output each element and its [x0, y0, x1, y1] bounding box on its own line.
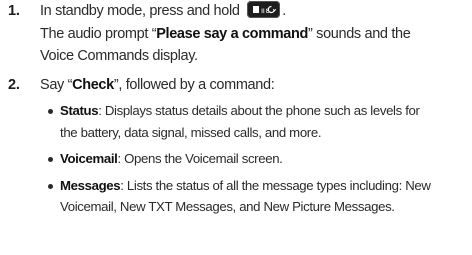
status-term: Status — [60, 103, 99, 118]
messages-description-2: Voicemail, New TXT Messages, and New Pic… — [60, 199, 395, 214]
document-page: 1. In standby mode, press and hold ıı ε … — [0, 0, 472, 255]
step-2-say-pre: Say “ — [40, 77, 73, 93]
step-2-say-post: ”, followed by a command: — [113, 77, 275, 93]
step-1-line-1: In standby mode, press and hold ıı ε . — [40, 0, 472, 23]
bullet-icon — [48, 157, 53, 162]
step-1-instruction: In standby mode, press and hold — [40, 3, 240, 19]
voicemail-term: Voicemail — [60, 151, 118, 166]
bullet-icon — [48, 109, 53, 114]
command-list: Status: Displays status details about th… — [48, 95, 472, 218]
list-item-voicemail: Voicemail: Opens the Voicemail screen. — [48, 148, 472, 170]
check-command-text: Check — [72, 77, 114, 93]
status-description-2: the battery, data signal, missed calls, … — [60, 124, 322, 140]
list-item-messages: Messages: Lists the status of all the me… — [48, 175, 472, 218]
step-1-prompt-post: ” sounds and the — [308, 25, 411, 42]
step-1-line-3: Voice Commands display. — [40, 48, 198, 64]
bullet-icon — [48, 183, 53, 189]
step-2: 2. Say “Check”, followed by a command: — [0, 74, 472, 97]
step-2-number: 2. — [8, 77, 20, 93]
step-1-prompt-pre: The audio prompt “ — [40, 25, 157, 42]
status-description-1: : Displays status details about the phon… — [98, 103, 420, 118]
messages-term: Messages — [60, 177, 121, 193]
step-1-line-1-end: . — [282, 3, 286, 19]
step-1: 1. In standby mode, press and hold ıı ε … — [0, 0, 472, 68]
voice-command-key-icon: ıı ε — [247, 1, 281, 18]
voicemail-description-1: : Opens the Voicemail screen. — [117, 151, 283, 166]
step-1-line-2: The audio prompt “Please say a command” … — [40, 23, 472, 46]
messages-line-1: Messages: Lists the status of all the me… — [60, 175, 472, 197]
step-2-line-1: Say “Check”, followed by a command: — [40, 74, 472, 97]
list-item-status: Status: Displays status details about th… — [48, 100, 472, 143]
step-1-number: 1. — [8, 3, 20, 19]
voicemail-line-1: Voicemail: Opens the Voicemail screen. — [60, 148, 472, 170]
voice-prompt-text: Please say a command — [156, 25, 309, 42]
messages-description-1: : Lists the status of all the message ty… — [120, 177, 431, 193]
status-line-1: Status: Displays status details about th… — [60, 100, 472, 122]
svg-text:ıı: ıı — [261, 6, 265, 15]
